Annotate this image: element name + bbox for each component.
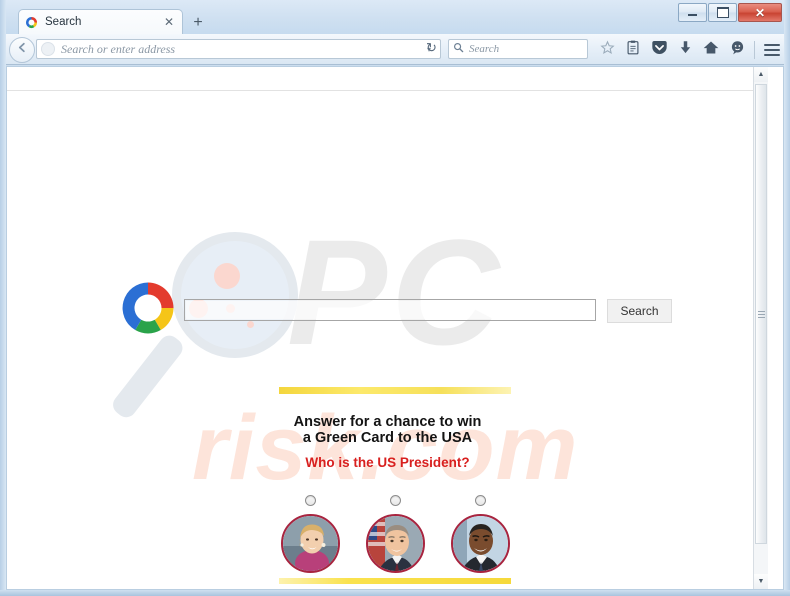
navigation-toolbar: Search or enter address ▾ ↻ Search — [0, 34, 790, 65]
pocket-save-button[interactable] — [646, 37, 672, 63]
answer-radio-1[interactable] — [304, 495, 316, 506]
minimize-icon — [688, 14, 697, 16]
downloads-button[interactable] — [672, 37, 698, 63]
browser-window: Search ✕ + ✕ Search or enter address ▾ ↻… — [0, 0, 790, 596]
browser-search-placeholder: Search — [469, 43, 500, 55]
reload-icon[interactable]: ↻ — [426, 41, 437, 54]
bookmark-star-icon — [599, 40, 615, 60]
answer-radio-3[interactable] — [474, 495, 486, 506]
tab-close-icon[interactable]: ✕ — [162, 16, 176, 28]
promo-headline: Answer for a chance to win a Green Card … — [7, 414, 768, 446]
menu-button[interactable] — [759, 37, 785, 63]
page-header-divider — [7, 90, 768, 91]
answer-option-3[interactable] — [449, 495, 511, 573]
window-frame-left — [0, 0, 6, 596]
scrollbar-grip-icon — [757, 309, 765, 320]
answer-radio-2[interactable] — [389, 495, 401, 506]
search-page: PC risk.com Search Answer for a chance t… — [7, 67, 768, 589]
watermark-text-pc: PC — [287, 208, 504, 376]
sync-button[interactable] — [724, 37, 750, 63]
promo-question: Who is the US President? — [305, 455, 470, 470]
watermark-dot — [247, 321, 254, 328]
close-button[interactable]: ✕ — [738, 3, 782, 22]
site-search-input[interactable] — [184, 299, 596, 321]
window-controls: ✕ — [677, 3, 782, 22]
downloads-arrow-icon — [679, 40, 692, 60]
browser-tab-search[interactable]: Search ✕ — [18, 9, 183, 34]
window-frame-right — [784, 0, 790, 596]
scrollbar-up-arrow-icon[interactable]: ▲ — [754, 67, 768, 82]
answer-options — [279, 495, 511, 573]
promo-divider-bottom — [279, 578, 511, 584]
toolbar-divider — [754, 40, 755, 59]
content-viewport: PC risk.com Search Answer for a chance t… — [6, 66, 784, 590]
menu-hamburger-icon — [764, 41, 780, 59]
promo-divider-top — [279, 387, 511, 394]
bookmark-star-button[interactable] — [594, 37, 620, 63]
answer-option-1[interactable] — [279, 495, 341, 573]
scrollbar-thumb[interactable] — [755, 84, 767, 544]
maximize-icon — [716, 7, 729, 18]
portrait-george-w-bush[interactable] — [365, 514, 425, 573]
address-bar-placeholder: Search or enter address — [61, 41, 176, 56]
maximize-button[interactable] — [708, 3, 737, 22]
tab-favicon-colored-ring-icon — [25, 16, 38, 29]
toolbar-icon-group — [594, 36, 785, 63]
watermark-dot — [214, 263, 240, 289]
site-logo-colored-ring-icon — [118, 278, 178, 338]
watermark-magnifier-icon — [172, 232, 298, 358]
window-frame-bottom — [0, 590, 790, 596]
browser-search-bar[interactable]: Search — [448, 39, 588, 59]
search-magnifier-icon — [453, 40, 464, 58]
close-icon: ✕ — [754, 5, 766, 20]
watermark-magnifier-handle-icon — [109, 331, 187, 422]
home-icon — [703, 40, 719, 60]
site-identity-icon[interactable] — [41, 42, 55, 56]
window-titlebar: Search ✕ + ✕ — [0, 0, 790, 34]
home-button[interactable] — [698, 37, 724, 63]
minimize-button[interactable] — [678, 3, 707, 22]
portrait-hillary-clinton[interactable] — [280, 514, 340, 573]
address-bar[interactable]: Search or enter address ▾ — [36, 39, 441, 59]
portrait-barack-obama[interactable] — [450, 514, 510, 573]
answer-option-2[interactable] — [364, 495, 426, 573]
sync-chat-icon — [730, 40, 745, 60]
back-button[interactable] — [9, 37, 35, 63]
back-arrow-icon — [16, 41, 29, 59]
promo-headline-line2: a Green Card to the USA — [302, 430, 473, 446]
tab-title: Search — [45, 16, 82, 28]
site-search-input-field[interactable] — [186, 301, 594, 319]
promo-headline-line1: Answer for a chance to win — [293, 414, 482, 430]
page-scrollbar-vertical[interactable]: ▲ ▼ — [753, 67, 768, 589]
reader-clipboard-icon — [626, 40, 640, 60]
site-search-button[interactable]: Search — [607, 299, 672, 323]
new-tab-button[interactable]: + — [188, 13, 208, 33]
scrollbar-down-arrow-icon[interactable]: ▼ — [754, 574, 768, 589]
pocket-shield-icon — [651, 40, 668, 60]
reader-view-button[interactable] — [620, 37, 646, 63]
